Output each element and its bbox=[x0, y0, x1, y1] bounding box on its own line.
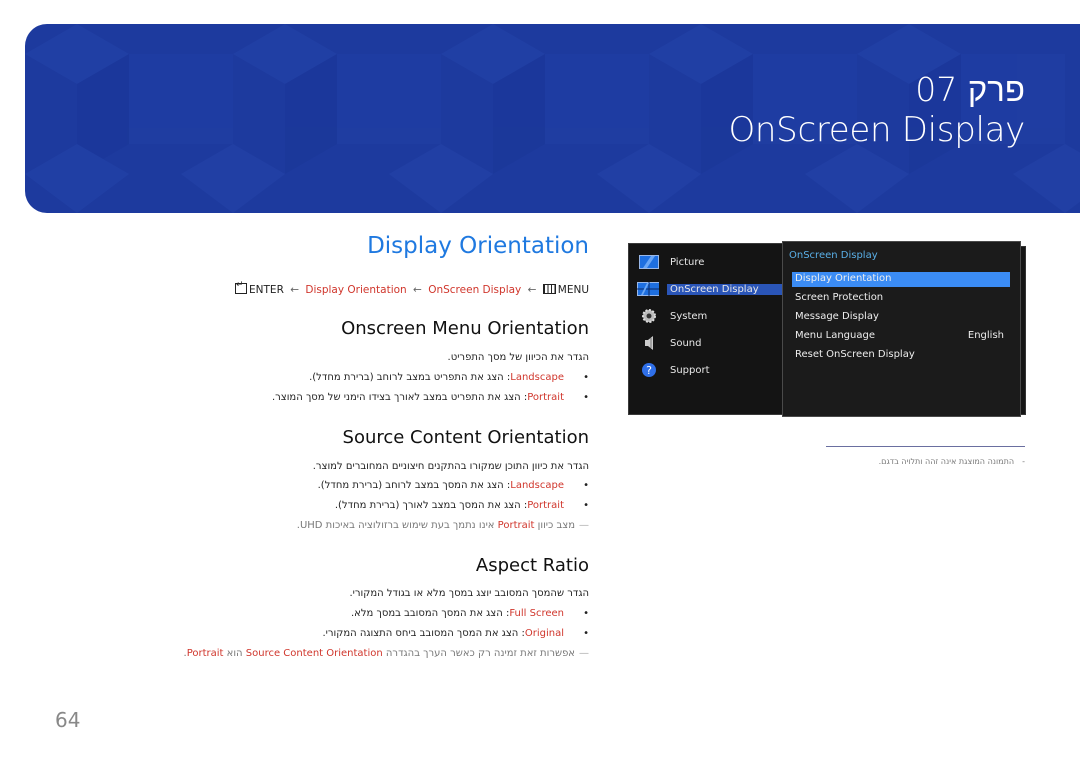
enter-icon bbox=[235, 280, 248, 294]
disclaimer-text: התמונה המוצגת אינה זהה ותלויה בדגם. bbox=[878, 457, 1015, 466]
osd-menu-item-sound[interactable]: Sound bbox=[629, 336, 784, 352]
osd-menu-item-support[interactable]: ? Support bbox=[629, 363, 784, 379]
bullet: • bbox=[583, 480, 589, 491]
item-text: : הצג את המסך במצב לאורך (ברירת מחדל). bbox=[334, 500, 528, 511]
keyword-landscape: Landscape bbox=[510, 372, 564, 383]
keyword-original: Original bbox=[524, 628, 564, 639]
section-title: Display Orientation bbox=[367, 233, 589, 259]
gear-icon bbox=[642, 309, 656, 323]
osd-submenu-title: OnScreen Display bbox=[789, 250, 878, 261]
picture-icon bbox=[639, 255, 659, 269]
osd-submenu-item-message-display[interactable]: Message Display bbox=[792, 310, 1010, 325]
osd-submenu: OnScreen Display Display Orientation Scr… bbox=[782, 241, 1021, 417]
path-enter: ENTER bbox=[249, 284, 284, 296]
keyword-portrait: Portrait bbox=[527, 500, 564, 511]
osd-submenu-label: Display Orientation bbox=[795, 273, 892, 284]
osd-submenu-item-display-orientation[interactable]: Display Orientation bbox=[792, 272, 1010, 287]
note-dash: — bbox=[579, 520, 589, 531]
osd-submenu-value: English bbox=[967, 330, 1004, 341]
note-text: אינו נתמך בעת שימוש ברזולוציה באיכות UHD… bbox=[296, 520, 498, 531]
item-text: : הצג את התפריט במצב לאורך בצידו הימני ש… bbox=[271, 392, 528, 403]
keyword-landscape: Landscape bbox=[510, 480, 564, 491]
list-item: Full Screen: הצג את המסך המסובב במסך מלא… bbox=[351, 608, 564, 619]
speaker-icon bbox=[645, 336, 653, 350]
list-item: Portrait: הצג את התפריט במצב לאורך בצידו… bbox=[272, 392, 564, 403]
note-text: מצב כיוון bbox=[534, 520, 575, 531]
page-number: 64 bbox=[55, 708, 81, 732]
onscreen-menu-orientation-desc: הגדר את הכיוון של מסך התפריט. bbox=[447, 352, 589, 363]
osd-menu-item-system[interactable]: System bbox=[629, 309, 784, 325]
osd-menu-item-onscreen-display[interactable]: OnScreen Display bbox=[629, 282, 784, 298]
note-text: אפשרות זאת זמינה רק כאשר הערך בהגדרה bbox=[382, 648, 575, 659]
svg-text:?: ? bbox=[646, 364, 652, 377]
osd-menu-label: System bbox=[670, 311, 708, 322]
item-text: : הצג את המסך המסובב במסך מלא. bbox=[350, 608, 510, 619]
chapter-title: OnScreen Display bbox=[728, 110, 1025, 150]
item-text: : הצג את התפריט במצב לרוחב (ברירת מחדל). bbox=[309, 372, 511, 383]
item-text: : הצג את המסך במצב לרוחב (ברירת מחדל). bbox=[317, 480, 511, 491]
keyword-source-content-orientation: Source Content Orientation bbox=[245, 648, 383, 659]
divider bbox=[826, 446, 1025, 447]
keyword-portrait: Portrait bbox=[497, 520, 535, 531]
osd-submenu-item-screen-protection[interactable]: Screen Protection bbox=[792, 291, 1010, 306]
list-item: Portrait: הצג את המסך במצב לאורך (ברירת … bbox=[335, 500, 564, 511]
onscreen-menu-orientation-heading: Onscreen Menu Orientation bbox=[341, 318, 589, 339]
aspect-ratio-heading: Aspect Ratio bbox=[475, 555, 589, 576]
osd-submenu-label: Message Display bbox=[795, 311, 879, 322]
arrow-icon: ← bbox=[527, 284, 537, 296]
source-content-orientation-desc: הגדר את כיוון התוכן שמקורו בהתקנים חיצונ… bbox=[312, 461, 589, 472]
bullet: • bbox=[583, 608, 589, 619]
bullet: • bbox=[583, 372, 589, 383]
osd-menu-label: Sound bbox=[670, 338, 702, 349]
aspect-ratio-note: — אפשרות זאת זמינה רק כאשר הערך בהגדרה So… bbox=[184, 648, 589, 659]
source-content-orientation-heading: Source Content Orientation bbox=[342, 427, 589, 448]
osd-submenu-item-reset-onscreen-display[interactable]: Reset OnScreen Display bbox=[792, 348, 1010, 363]
question-icon: ? bbox=[642, 363, 656, 377]
keyword-full-screen: Full Screen bbox=[509, 608, 564, 619]
source-content-note: — מצב כיוון Portrait אינו נתמך בעת שימוש … bbox=[297, 520, 589, 531]
osd-menu-label: Support bbox=[670, 365, 710, 376]
path-display-orientation: Display Orientation bbox=[305, 284, 407, 296]
arrow-icon: ← bbox=[290, 284, 300, 296]
osd-menu-label: Picture bbox=[670, 257, 705, 268]
note-text: הוא bbox=[223, 648, 246, 659]
bullet: • bbox=[583, 500, 589, 511]
menu-path: ENTER ← Display Orientation ← OnScreen D… bbox=[235, 280, 589, 296]
bullet: • bbox=[583, 392, 589, 403]
osd-submenu-item-menu-language[interactable]: Menu Language English bbox=[792, 329, 1010, 344]
image-disclaimer: -התמונה המוצגת אינה זהה ותלויה בדגם. bbox=[879, 457, 1025, 466]
disclaimer-dash: - bbox=[1022, 457, 1025, 466]
osd-menu-item-picture[interactable]: Picture bbox=[629, 255, 784, 271]
osd-submenu-label: Reset OnScreen Display bbox=[795, 349, 915, 360]
osd-menu-label: OnScreen Display bbox=[667, 284, 783, 295]
note-dash: — bbox=[579, 648, 589, 659]
osd-submenu-label: Menu Language bbox=[795, 330, 875, 341]
chapter-number: פרק 07 bbox=[915, 70, 1025, 109]
list-item: Landscape: הצג את המסך במצב לרוחב (ברירת… bbox=[318, 480, 564, 491]
item-text: : הצג את המסך המסובב ביחס התצוגה המקורי. bbox=[322, 628, 525, 639]
keyword-portrait: Portrait bbox=[186, 648, 224, 659]
osd-main-menu: Picture OnScreen Display System Sound ? … bbox=[628, 243, 790, 415]
list-item: Landscape: הצג את התפריט במצב לרוחב (ברי… bbox=[309, 372, 564, 383]
path-menu: MENU bbox=[557, 284, 589, 296]
list-item: Original: הצג את המסך המסובב ביחס התצוגה… bbox=[322, 628, 564, 639]
osd-submenu-label: Screen Protection bbox=[795, 292, 884, 303]
bullet: • bbox=[583, 628, 589, 639]
onscreen-display-icon bbox=[637, 282, 659, 296]
aspect-ratio-desc: הגדר שהמסך המסובב יוצג במסך מלא או בגודל… bbox=[349, 588, 589, 599]
path-onscreen-display: OnScreen Display bbox=[428, 284, 522, 296]
arrow-icon: ← bbox=[413, 284, 422, 296]
menu-icon bbox=[542, 284, 556, 294]
keyword-portrait: Portrait bbox=[527, 392, 564, 403]
chapter-banner: פרק 07 OnScreen Display bbox=[25, 24, 1080, 213]
